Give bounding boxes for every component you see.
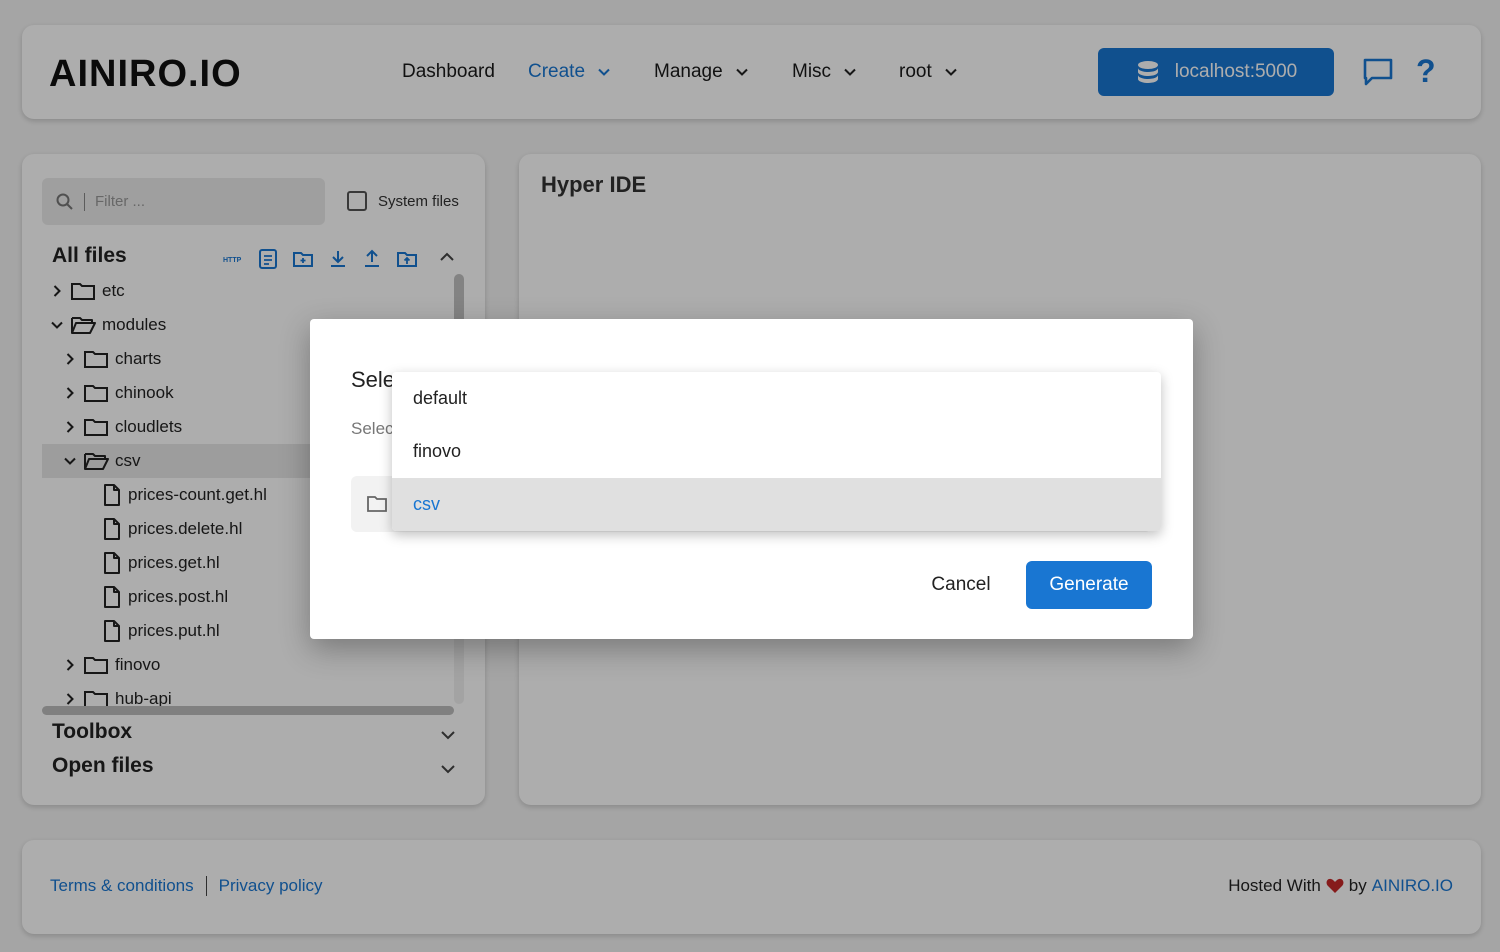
dialog-subtitle: Selec [351,419,394,438]
dropdown-option-selected[interactable]: csv [392,478,1161,531]
folder-icon [367,496,387,512]
generate-button[interactable]: Generate [1026,561,1152,609]
module-dropdown-list: default finovo csv [392,372,1161,531]
dropdown-option[interactable]: default [392,372,1161,425]
cancel-button[interactable]: Cancel [916,561,1006,609]
dialog-title: Sele [351,367,396,392]
dropdown-option[interactable]: finovo [392,425,1161,478]
